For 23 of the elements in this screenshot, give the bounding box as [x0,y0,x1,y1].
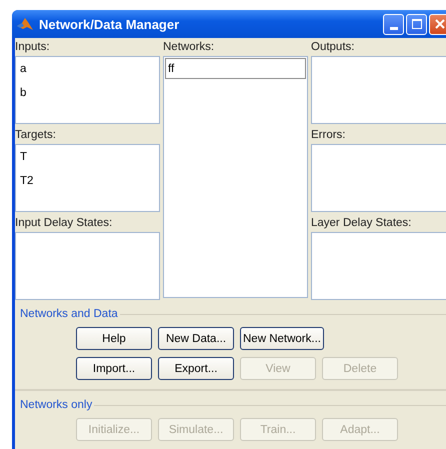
action-button[interactable]: New Data... [158,327,234,350]
list-item[interactable]: T [17,146,158,167]
group-title: Networks only [20,399,92,411]
list-item[interactable]: ff [165,58,306,79]
list-label: Outputs: [311,40,356,55]
list-box[interactable]: ff [163,56,308,298]
list-item[interactable]: a [17,58,158,79]
list-label: Layer Delay States: [311,216,412,231]
action-button[interactable]: Export... [158,357,234,380]
action-button[interactable]: Import... [76,357,152,380]
list-item[interactable]: T2 [17,170,158,191]
group-title: Networks and Data [20,308,118,320]
list-label: Targets: [15,128,57,143]
list-label: Inputs: [15,40,51,55]
list-box[interactable]: T T2 [15,144,160,212]
action-button[interactable]: New Network... [240,327,324,350]
list-label: Input Delay States: [15,216,114,231]
list-item[interactable]: b [17,82,158,103]
list-box[interactable]: a b [15,56,160,124]
list-label: Errors: [311,128,346,143]
window-title: Network/Data Manager [39,16,180,32]
action-button[interactable]: Help [76,327,152,350]
list-label: Networks: [163,40,216,55]
